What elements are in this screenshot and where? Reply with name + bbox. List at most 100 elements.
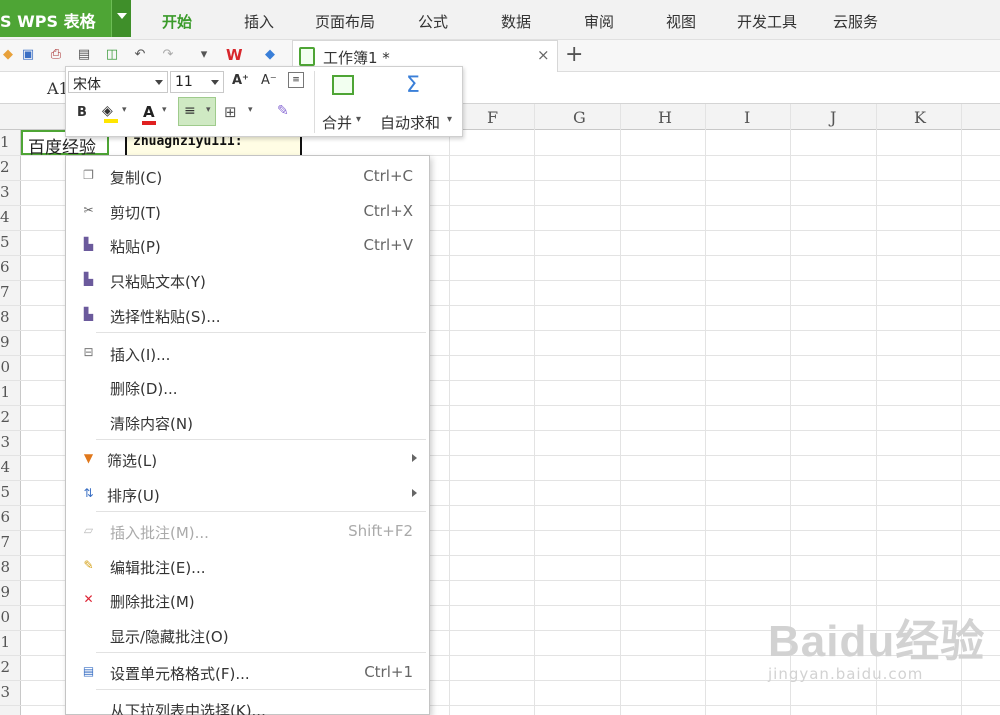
menu-item-shortcut: Shift+F2 [348,522,413,540]
row-header[interactable]: 13 [0,433,11,451]
row-header[interactable]: 19 [0,583,11,601]
new-tab-button[interactable]: + [565,42,583,67]
row-header[interactable]: 23 [0,683,11,701]
menu-item-sort[interactable]: ⇅ 排序(U) [66,476,429,510]
shrink-font-button[interactable]: A⁻ [261,73,277,88]
save-icon[interactable]: ▣ [20,47,36,63]
close-icon[interactable]: × [537,46,550,64]
menu-item-paste-text-only[interactable]: ▙ 只粘贴文本(Y) [66,262,429,296]
menu-item-format-cells[interactable]: ▤ 设置单元格格式(F)... Ctrl+1 [66,654,429,688]
font-size-select[interactable]: 11 [170,71,224,93]
column-header-h[interactable]: H [658,108,672,127]
row-header[interactable]: 3 [0,183,20,201]
mini-format-toolbar: 宋体 11 A⁺ A⁻ ≡ B ◈ ▾ A ▾ ≡ ▾ ⊞ ▾ ✎ 合并 ▾ Σ… [65,66,463,137]
menu-item-paste-special[interactable]: ▙ 选择性粘贴(S)... [66,297,429,331]
document-tab-name: 工作簿1 * [323,49,390,67]
font-name-select[interactable]: 宋体 [68,71,168,93]
format-painter-icon[interactable]: ✎ [277,103,289,119]
row-header[interactable]: 12 [0,408,11,426]
wps-app-title: S WPS 表格 [0,12,96,31]
column-header-j[interactable]: J [830,108,836,127]
row-header[interactable]: 7 [0,283,20,301]
wps-logo-icon[interactable]: W [226,47,243,63]
merge-cells-icon[interactable] [332,75,354,95]
autosum-sigma-icon[interactable]: Σ [406,73,420,98]
menu-item-insert[interactable]: ⊟ 插入(I)... [66,335,429,369]
insert-icon: ⊟ [83,345,94,359]
menu-item-pick-from-list[interactable]: 从下拉列表中选择(K)... [66,691,429,715]
menu-item-cut[interactable]: ✂ 剪切(T) Ctrl+X [66,193,429,227]
row-header[interactable]: 16 [0,508,11,526]
print-icon[interactable]: ▤ [76,47,92,63]
font-color-button[interactable]: A [143,103,155,121]
export-pdf-icon[interactable]: ⎙ [48,47,64,63]
tab-home[interactable]: 开始 [162,11,192,32]
ribbon-menu-bar: S WPS 表格 开始 插入 页面布局 公式 数据 审阅 视图 开发工具 云服务 [0,0,1000,40]
tab-formulas[interactable]: 公式 [418,11,448,32]
tab-cloud-services[interactable]: 云服务 [833,11,878,32]
scissors-icon: ✂ [83,203,94,217]
menu-item-label: 复制(C) [110,169,163,187]
grow-font-button[interactable]: A⁺ [232,73,249,88]
menu-item-clear-contents[interactable]: 清除内容(N) [66,404,429,438]
menu-item-toggle-comments[interactable]: 显示/隐藏批注(O) [66,617,429,651]
row-header[interactable]: 20 [0,608,11,626]
format-cells-icon: ▤ [82,664,95,678]
tab-view[interactable]: 视图 [666,11,696,32]
row-header[interactable]: 14 [0,458,11,476]
menu-item-edit-comment[interactable]: ✎ 编辑批注(E)... [66,548,429,582]
row-header[interactable]: 8 [0,308,20,326]
chevron-down-icon[interactable] [111,0,131,37]
tab-developer[interactable]: 开发工具 [737,11,797,32]
autosum-button[interactable]: 自动求和 [380,112,440,133]
chevron-down-icon[interactable]: ▾ [122,105,127,115]
menu-item-label: 选择性粘贴(S)... [110,308,221,326]
clear-format-icon[interactable]: ≡ [288,72,304,88]
row-header[interactable]: 1 [0,133,20,151]
column-header-g[interactable]: G [573,108,586,127]
chevron-down-icon [155,80,163,85]
chevron-down-icon: ▾ [206,105,211,115]
fill-color-icon[interactable]: ◈ [102,103,113,119]
row-header[interactable]: 9 [0,333,20,351]
row-header[interactable]: 6 [0,258,20,276]
borders-icon[interactable]: ⊞ [224,103,237,121]
row-header[interactable]: 2 [0,158,20,176]
row-header[interactable]: 17 [0,533,11,551]
chevron-down-icon[interactable]: ▾ [447,114,452,125]
row-header[interactable]: 10 [0,358,11,376]
customize-dropdown-icon[interactable]: ▾ [196,47,212,63]
menu-item-delete[interactable]: 删除(D)... [66,369,429,403]
row-header[interactable]: 21 [0,633,11,651]
row-header[interactable]: 4 [0,208,20,226]
row-header[interactable]: 22 [0,658,11,676]
chevron-down-icon[interactable]: ▾ [248,105,253,115]
menu-item-copy[interactable]: ❐ 复制(C) Ctrl+C [66,158,429,192]
tab-data[interactable]: 数据 [501,11,531,32]
tab-insert[interactable]: 插入 [244,11,274,32]
menu-item-label: 排序(U) [107,487,160,505]
menu-item-paste[interactable]: ▙ 粘贴(P) Ctrl+V [66,227,429,261]
chevron-down-icon[interactable]: ▾ [356,114,361,125]
menu-item-delete-comment[interactable]: ✕ 删除批注(M) [66,582,429,616]
merge-cells-button[interactable]: 合并 [322,112,352,133]
bold-button[interactable]: B [77,105,87,120]
open-icon[interactable]: ◆ [0,47,16,63]
row-header[interactable]: 18 [0,558,11,576]
cloud-cube-icon[interactable]: ◆ [262,47,278,63]
tab-review[interactable]: 审阅 [584,11,614,32]
print-preview-icon[interactable]: ◫ [104,47,120,63]
menu-item-filter[interactable]: ▼ 筛选(L) [66,441,429,475]
wps-app-menu-button[interactable]: S WPS 表格 [0,0,131,37]
row-header[interactable]: 5 [0,233,20,251]
undo-icon[interactable]: ↶ [132,47,148,63]
redo-icon[interactable]: ↷ [160,47,176,63]
delete-comment-icon: ✕ [83,592,94,606]
row-header[interactable]: 11 [0,383,11,401]
column-header-k[interactable]: K [914,108,926,127]
column-header-f[interactable]: F [487,108,498,127]
row-header[interactable]: 15 [0,483,11,501]
chevron-down-icon[interactable]: ▾ [162,105,167,115]
tab-page-layout[interactable]: 页面布局 [315,11,375,32]
column-header-i[interactable]: I [744,108,750,127]
